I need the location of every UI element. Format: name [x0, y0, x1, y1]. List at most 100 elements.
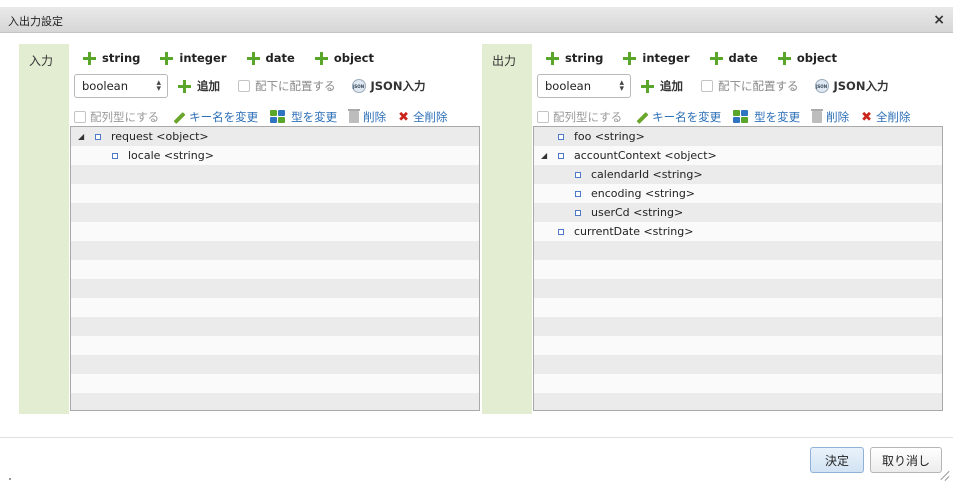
- plus-icon: [314, 51, 328, 65]
- tree-node[interactable]: calendarId <string>: [534, 165, 942, 184]
- dialog-titlebar: 入出力設定 ×: [0, 7, 953, 33]
- output-rename-key-button[interactable]: キー名を変更: [634, 109, 721, 125]
- input-panel-label: 入力: [19, 44, 69, 414]
- output-add-string-button[interactable]: string: [546, 51, 603, 65]
- input-place-under-checkbox[interactable]: 配下に配置する: [238, 78, 336, 94]
- input-array-checkbox[interactable]: 配列型にする: [74, 109, 159, 125]
- tree-node[interactable]: foo <string>: [534, 127, 942, 146]
- delete-all-icon: ✖: [861, 109, 873, 125]
- output-tree[interactable]: foo <string> ◢ accountContext <object> c…: [533, 126, 943, 411]
- input-change-type-button[interactable]: 型を変更: [270, 109, 337, 125]
- trash-icon: [348, 109, 361, 123]
- tree-empty-row: [71, 355, 479, 374]
- node-icon: [575, 210, 581, 216]
- input-add-button[interactable]: 追加: [178, 78, 220, 94]
- footer-divider: [0, 437, 953, 438]
- cancel-button[interactable]: 取り消し: [870, 447, 942, 473]
- input-type-toolbar: boolean ▴ ▾ 追加 配下に配置する JSON JSON入力: [74, 73, 425, 99]
- tree-empty-row: [71, 203, 479, 222]
- tree-empty-row: [71, 393, 479, 410]
- node-icon: [575, 172, 581, 178]
- output-delete-all-button[interactable]: ✖ 全削除: [861, 109, 910, 125]
- checkbox-icon: [238, 80, 250, 92]
- output-add-date-button[interactable]: date: [709, 51, 758, 65]
- node-icon: [558, 229, 564, 235]
- plus-icon: [546, 51, 559, 65]
- input-edit-toolbar: 配列型にする キー名を変更 型を変更 削除 ✖ 全削除: [74, 109, 460, 125]
- json-icon: JSON: [814, 79, 829, 93]
- close-icon[interactable]: ×: [933, 12, 945, 28]
- input-delete-all-button[interactable]: ✖ 全削除: [398, 109, 447, 125]
- tree-empty-row: [71, 279, 479, 298]
- expand-triangle-icon[interactable]: ◢: [541, 146, 547, 165]
- output-add-object-button[interactable]: object: [777, 51, 837, 65]
- tree-empty-row: [71, 241, 479, 260]
- expand-triangle-icon[interactable]: ◢: [78, 127, 84, 146]
- plus-icon: [777, 51, 791, 65]
- input-panel-title: 入力: [29, 54, 54, 68]
- output-place-under-checkbox[interactable]: 配下に配置する: [701, 78, 799, 94]
- output-json-input-button[interactable]: JSON JSON入力: [814, 78, 888, 94]
- checkbox-icon: [74, 111, 86, 123]
- plus-icon: [160, 51, 174, 65]
- output-add-integer-button[interactable]: integer: [623, 51, 690, 65]
- node-icon: [558, 153, 564, 159]
- output-add-button[interactable]: 追加: [641, 78, 683, 94]
- tree-node[interactable]: userCd <string>: [534, 203, 942, 222]
- tree-empty-row: [71, 165, 479, 184]
- checkbox-icon: [701, 80, 713, 92]
- corner-dot: [9, 478, 11, 480]
- tree-empty-row: [71, 260, 479, 279]
- tree-node[interactable]: currentDate <string>: [534, 222, 942, 241]
- input-type-select[interactable]: boolean ▴ ▾: [74, 74, 168, 98]
- input-delete-button[interactable]: 削除: [348, 109, 386, 125]
- input-json-input-button[interactable]: JSON JSON入力: [351, 78, 425, 94]
- output-array-checkbox[interactable]: 配列型にする: [537, 109, 622, 125]
- tree-node[interactable]: locale <string>: [71, 146, 479, 165]
- input-tree[interactable]: ◢ request <object> locale <string>: [70, 126, 480, 411]
- swap-icon: [733, 110, 750, 124]
- pencil-icon: [171, 110, 185, 124]
- tree-empty-row: [71, 298, 479, 317]
- tree-empty-row: [534, 393, 942, 410]
- output-edit-toolbar: 配列型にする キー名を変更 型を変更 削除 ✖ 全削除: [537, 109, 923, 125]
- tree-empty-row: [534, 317, 942, 336]
- output-delete-button[interactable]: 削除: [811, 109, 849, 125]
- window-top-strip: [0, 0, 953, 7]
- tree-empty-row: [71, 222, 479, 241]
- output-type-select[interactable]: boolean ▴ ▾: [537, 74, 631, 98]
- node-icon: [95, 134, 101, 140]
- select-arrows-icon: ▴ ▾: [156, 78, 161, 94]
- output-change-type-button[interactable]: 型を変更: [733, 109, 800, 125]
- input-add-object-button[interactable]: object: [314, 51, 374, 65]
- tree-empty-row: [71, 374, 479, 393]
- input-add-date-button[interactable]: date: [246, 51, 295, 65]
- input-add-string-button[interactable]: string: [83, 51, 140, 65]
- output-add-type-toolbar: string integer date object: [546, 48, 837, 68]
- tree-node[interactable]: ◢ accountContext <object>: [534, 146, 942, 165]
- tree-node[interactable]: encoding <string>: [534, 184, 942, 203]
- tree-empty-row: [534, 336, 942, 355]
- input-rename-key-button[interactable]: キー名を変更: [171, 109, 258, 125]
- node-icon: [575, 191, 581, 197]
- ok-button[interactable]: 決定: [810, 447, 864, 473]
- input-add-type-toolbar: string integer date object: [83, 48, 374, 68]
- swap-icon: [270, 110, 287, 124]
- plus-icon: [623, 51, 637, 65]
- checkbox-icon: [537, 111, 549, 123]
- tree-empty-row: [71, 336, 479, 355]
- tree-node[interactable]: ◢ request <object>: [71, 127, 479, 146]
- plus-icon: [246, 51, 260, 65]
- output-type-toolbar: boolean ▴ ▾ 追加 配下に配置する JSON JSON入力: [537, 73, 888, 99]
- tree-empty-row: [534, 260, 942, 279]
- plus-icon: [709, 51, 723, 65]
- resize-handle-icon[interactable]: [939, 470, 949, 480]
- tree-empty-row: [71, 184, 479, 203]
- input-add-integer-button[interactable]: integer: [160, 51, 227, 65]
- tree-empty-row: [534, 298, 942, 317]
- trash-icon: [811, 109, 824, 123]
- delete-all-icon: ✖: [398, 109, 410, 125]
- node-icon: [558, 134, 564, 140]
- tree-empty-row: [534, 279, 942, 298]
- plus-icon: [83, 51, 96, 65]
